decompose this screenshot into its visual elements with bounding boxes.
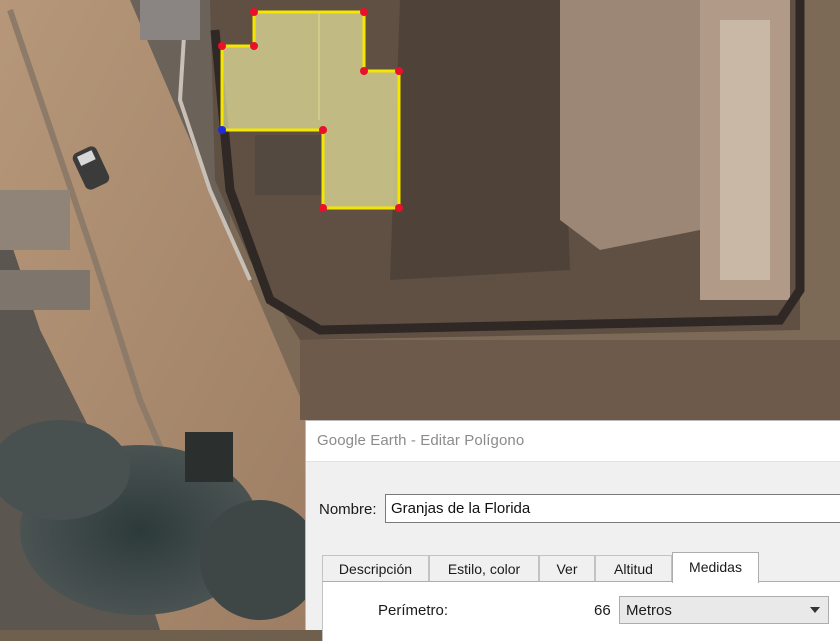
tab-altitud[interactable]: Altitud — [595, 555, 672, 582]
tab-bar: Descripción Estilo, color Ver Altitud Me… — [322, 552, 840, 583]
vertex-handle — [395, 67, 403, 75]
vertex-handle-selected — [218, 126, 226, 134]
dialog-titlebar[interactable]: Google Earth - Editar Polígono — [306, 421, 840, 462]
vertex-handle — [218, 42, 226, 50]
edit-polygon-dialog: Google Earth - Editar Polígono Nombre: D… — [305, 420, 840, 641]
vertex-handle — [250, 8, 258, 16]
tab-ver[interactable]: Ver — [539, 555, 595, 582]
vertex-handle — [250, 42, 258, 50]
units-selected-value: Metros — [626, 602, 672, 619]
truck — [185, 432, 233, 482]
tab-estilo-color[interactable]: Estilo, color — [429, 555, 539, 582]
units-dropdown[interactable]: Metros — [619, 596, 829, 624]
vertex-handle — [360, 67, 368, 75]
vertex-handle — [360, 8, 368, 16]
tab-descripcion[interactable]: Descripción — [322, 555, 429, 582]
dialog-title: Google Earth - Editar Polígono — [317, 432, 525, 449]
name-input[interactable] — [385, 494, 840, 523]
dropdown-arrow-icon — [810, 607, 820, 613]
tab-medidas[interactable]: Medidas — [672, 552, 759, 583]
vertex-handle — [319, 204, 327, 212]
perimeter-value: 66 — [594, 602, 611, 619]
name-label: Nombre: — [319, 501, 377, 518]
perimeter-label: Perímetro: — [378, 602, 449, 619]
vertex-handle — [395, 204, 403, 212]
vertex-handle — [319, 126, 327, 134]
